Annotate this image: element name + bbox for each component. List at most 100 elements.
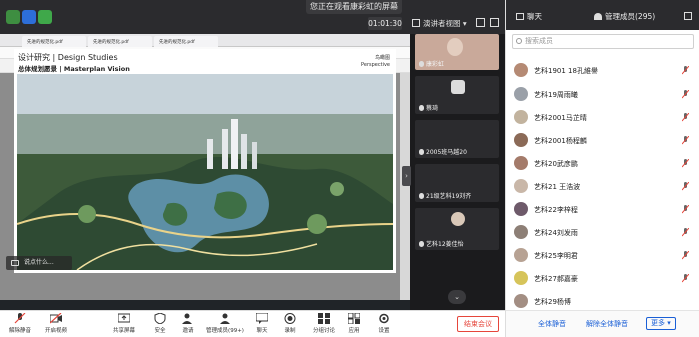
member-row[interactable]: 艺科27郝嘉豪 [506,268,699,290]
mic-muted-icon[interactable] [682,136,689,145]
avatar [514,271,528,285]
slide-subtitle: 总体规划愿景 | Masterplan Vision [18,65,130,73]
signal-bars-icon[interactable] [38,10,52,24]
chat-icon [516,13,524,20]
start-video-button[interactable]: 开启视频 [36,313,76,337]
video-tile[interactable]: 蔡琦 [415,76,499,114]
fullscreen-icon[interactable] [476,18,485,27]
gear-icon [379,313,389,324]
chat-bubble-icon [11,260,19,266]
camera-off-icon [50,313,62,324]
mic-muted-icon[interactable] [682,182,689,191]
vertical-scrollbar[interactable] [400,73,410,300]
member-row[interactable]: 艺科20武彦鹏 [506,153,699,175]
participant-face-icon [447,38,463,56]
avatar [514,179,528,193]
avatar [514,156,528,170]
security-shield-icon[interactable] [22,10,36,24]
screen-share-banner: 您正在观看康彩虹的屏幕 [306,0,402,14]
mute-all-button[interactable]: 全体静音 [538,319,566,329]
mic-muted-icon[interactable] [682,274,689,283]
browser-tab-active[interactable]: 先进的规范化.pdf [154,36,218,47]
mic-muted-icon [14,313,26,324]
member-row[interactable]: 艺科2001杨程麟 [506,130,699,152]
share-screen-button[interactable]: 共享屏幕 [104,313,144,337]
member-row[interactable]: 艺科25李明君 [506,245,699,267]
add-user-icon [182,313,192,324]
avatar [514,133,528,147]
avatar [514,248,528,262]
avatar [451,212,465,226]
mic-muted-icon[interactable] [682,113,689,122]
member-row[interactable]: 艺科22李梓程 [506,199,699,221]
video-tile[interactable]: 2005班马越20 [415,120,499,158]
slide-page: 设计研究 | Design Studies 总体规划愿景 | Masterpla… [14,49,396,273]
mic-muted-icon[interactable] [682,66,689,75]
slide-label-cn: 鸟瞰图 [374,55,390,61]
avatar [514,294,528,308]
record-icon [284,313,296,324]
video-tile[interactable]: 艺科12姜佳怡 [415,208,499,250]
collapse-thumbnails-button[interactable]: › [402,166,411,186]
member-row[interactable]: 艺科19周雨曦 [506,84,699,106]
shield-icon [154,313,166,324]
speaker-view-button[interactable]: 演讲者视图 ▾ [412,16,470,31]
mic-muted-icon[interactable] [682,228,689,237]
side-panel: 聊天 管理成员(295) 搜索成员 艺科1901 18孔維譽 艺科19周雨曦 艺… [505,0,699,337]
slide-title: 设计研究 | Design Studies [18,53,118,62]
mic-muted-icon[interactable] [682,205,689,214]
member-row[interactable]: 艺科2001马芷晴 [506,107,699,129]
apps-grid-icon [348,313,360,324]
share-screen-icon [118,313,130,323]
video-tile[interactable]: 21级艺科19刘齐 [415,164,499,202]
avatar [514,202,528,216]
mic-icon [419,241,424,247]
masterplan-rendering-image [17,74,393,270]
popout-icon[interactable] [684,12,692,20]
member-search-input[interactable]: 搜索成员 [512,34,694,49]
avatar [514,63,528,77]
comment-input[interactable]: 说点什么... [6,256,72,270]
breakout-icon [318,313,330,324]
video-thumbnail-strip: 康彩虹 蔡琦 2005班马越20 21级艺科19刘齐 艺科12姜佳怡 ⌄ [410,34,505,310]
member-row[interactable]: 艺科1901 18孔維譽 [506,60,699,82]
end-meeting-button[interactable]: 结束会议 [457,316,499,332]
avatar [514,225,528,239]
unmute-all-button[interactable]: 解除全体静音 [586,319,628,329]
unmute-button[interactable]: 解除静音 [0,313,40,337]
mic-muted-icon[interactable] [682,90,689,99]
tab-chat[interactable]: 聊天 [516,11,542,22]
mic-muted-icon[interactable] [682,159,689,168]
video-tile[interactable]: 康彩虹 [415,34,499,70]
browser-tab[interactable]: 先进的规范化.pdf [88,36,152,47]
scroll-down-icon[interactable]: ⌄ [448,290,466,304]
mic-icon [419,149,424,155]
grid-icon [412,19,420,27]
more-button[interactable]: 更多 ▾ [646,317,676,330]
manage-members-button[interactable]: 管理成员(99+) [204,313,246,337]
avatar [514,87,528,101]
members-icon [220,313,230,324]
avatar [514,110,528,124]
windows-taskbar [0,300,410,310]
panel-footer: 全体静音 解除全体静音 更多 ▾ [506,310,699,337]
members-icon [594,13,602,20]
chat-icon [256,313,268,324]
member-row[interactable]: 艺科21 王浩波 [506,176,699,198]
mic-muted-icon[interactable] [682,251,689,260]
tab-members[interactable]: 管理成员(295) [594,11,655,22]
member-row[interactable]: 艺科24刘发雨 [506,222,699,244]
meeting-timer: 01:01:30 [368,17,402,30]
slide-label-en: Perspective [361,62,390,68]
invite-button[interactable]: 邀请 [168,313,208,337]
avatar [451,80,465,94]
browser-tab[interactable]: 先进的规范化.pdf [22,36,86,47]
mic-icon [419,193,424,199]
settings-button[interactable]: 设置 [364,313,404,337]
browser-tabs: 先进的规范化.pdf 先进的规范化.pdf 先进的规范化.pdf [0,34,410,47]
network-icon[interactable] [6,10,20,24]
mic-icon [419,105,424,111]
meeting-controls: 解除静音 开启视频 共享屏幕 安全 邀请 管理成员(99+) 聊天 录制 分组讨… [0,310,505,337]
search-icon [516,38,522,44]
layout-icon[interactable] [490,18,499,27]
